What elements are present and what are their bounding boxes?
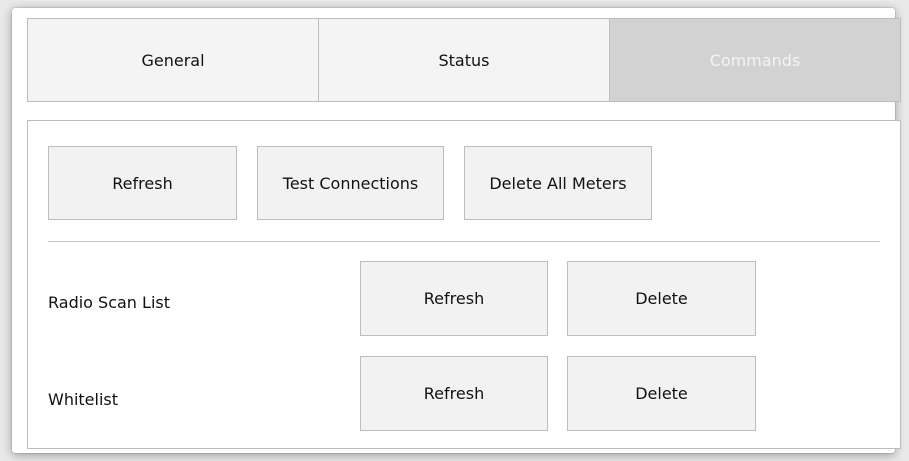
tab-bar: General Status Commands bbox=[27, 18, 901, 102]
delete-all-meters-button-label: Delete All Meters bbox=[489, 173, 627, 193]
whitelist-delete-button[interactable]: Delete bbox=[567, 356, 756, 431]
radio-scan-list-label: Radio Scan List bbox=[48, 293, 170, 312]
whitelist-delete-label: Delete bbox=[635, 384, 688, 403]
whitelist-refresh-button[interactable]: Refresh bbox=[360, 356, 548, 431]
radio-scan-list-refresh-label: Refresh bbox=[423, 289, 485, 308]
whitelist-label: Whitelist bbox=[48, 390, 119, 409]
divider bbox=[48, 241, 880, 242]
refresh-button-label: Refresh bbox=[112, 173, 173, 193]
commands-panel: Refresh Test Connections Delete All Mete… bbox=[27, 120, 901, 449]
radio-scan-list-delete-label: Delete bbox=[635, 289, 688, 308]
commands-window: General Status Commands Refresh Test Con… bbox=[12, 8, 901, 453]
delete-all-meters-button[interactable]: Delete All Meters bbox=[464, 146, 652, 220]
radio-scan-list-delete-button[interactable]: Delete bbox=[567, 261, 756, 336]
tab-commands[interactable]: Commands bbox=[610, 19, 900, 101]
tab-status[interactable]: Status bbox=[319, 19, 610, 101]
whitelist-refresh-label: Refresh bbox=[423, 384, 485, 403]
radio-scan-list-refresh-button[interactable]: Refresh bbox=[360, 261, 548, 336]
tab-general-label: General bbox=[141, 50, 205, 70]
test-connections-button-label: Test Connections bbox=[282, 173, 419, 193]
test-connections-button[interactable]: Test Connections bbox=[257, 146, 444, 220]
tab-commands-label: Commands bbox=[709, 50, 801, 70]
refresh-button[interactable]: Refresh bbox=[48, 146, 237, 220]
tab-general[interactable]: General bbox=[28, 19, 319, 101]
tab-status-label: Status bbox=[438, 50, 490, 70]
